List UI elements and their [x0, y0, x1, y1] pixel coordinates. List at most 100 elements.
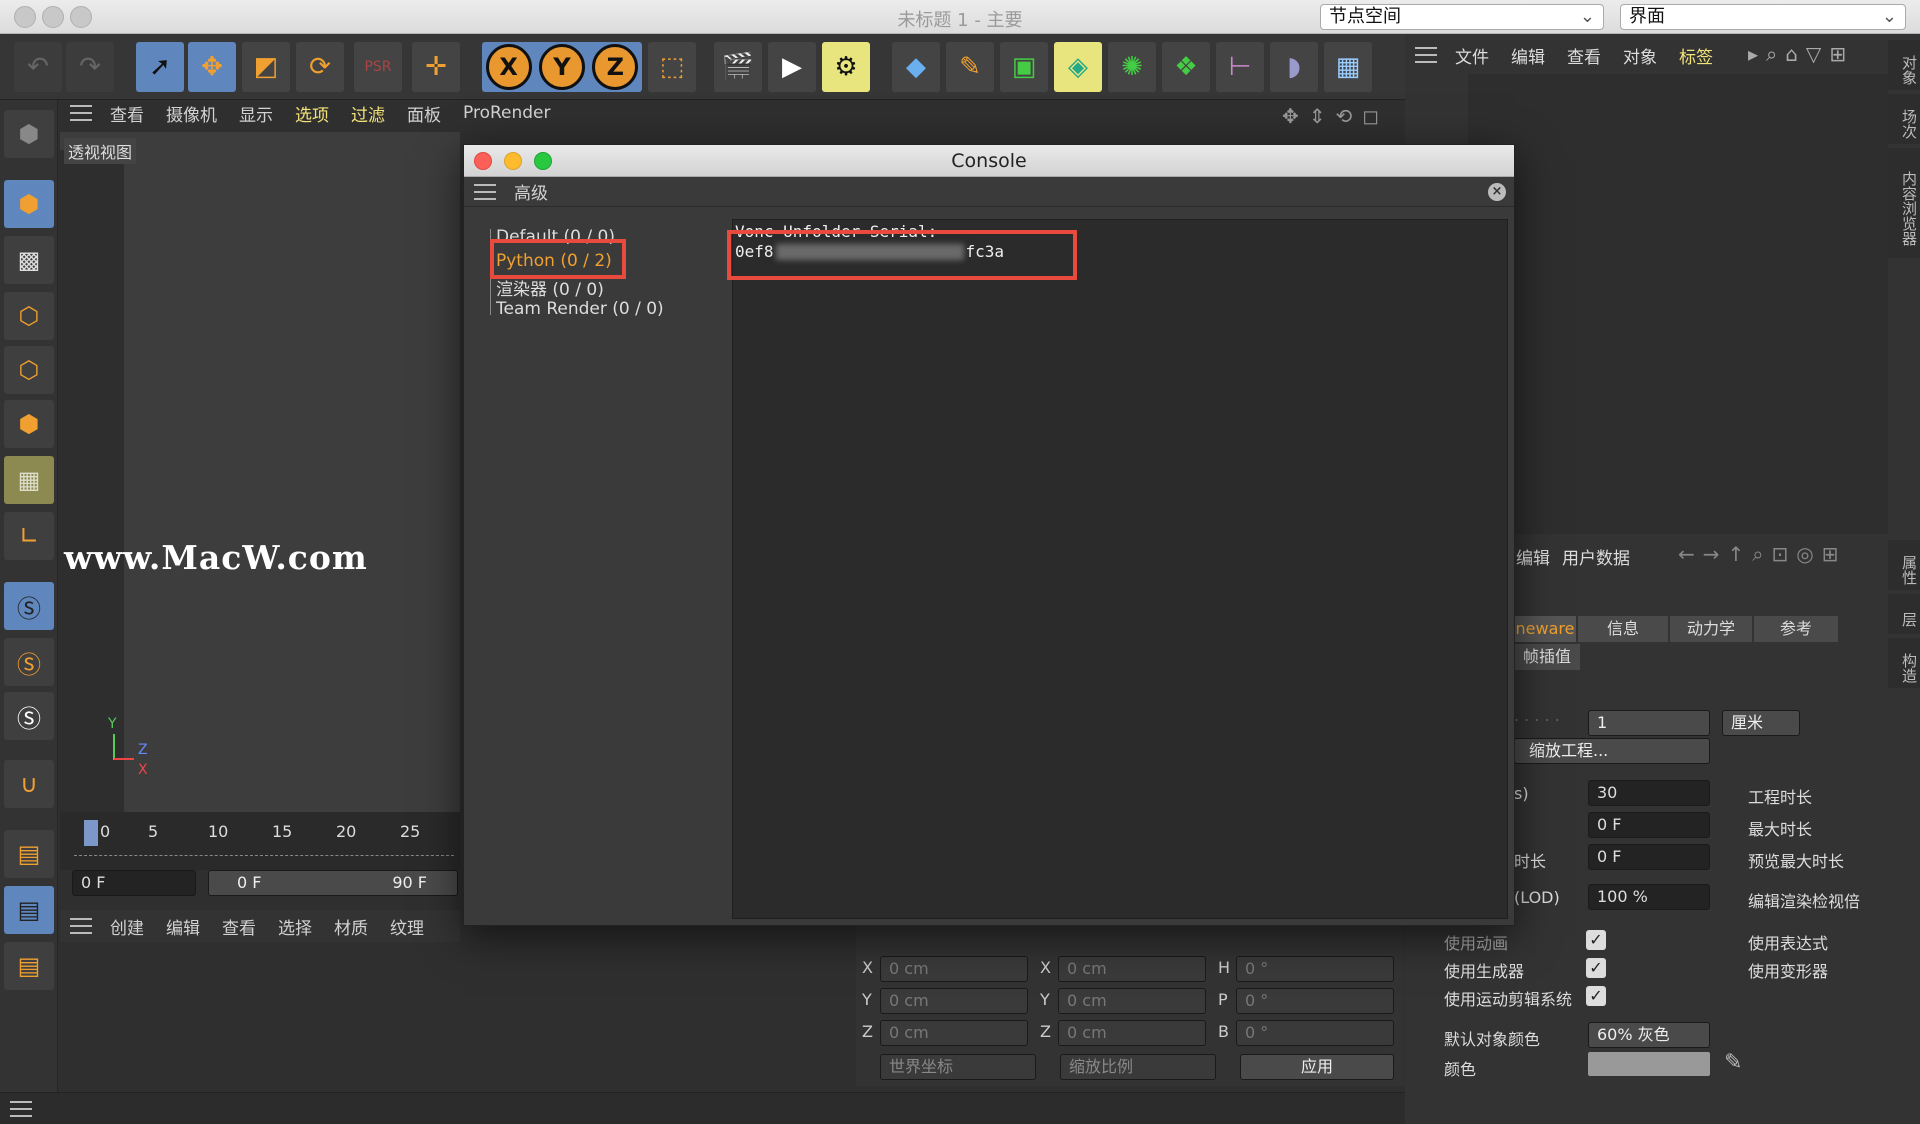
- sky-icon[interactable]: ◗: [1270, 42, 1318, 92]
- tab-layers[interactable]: 层: [1888, 594, 1920, 634]
- min-time-field[interactable]: 0 F: [1588, 812, 1710, 838]
- make-editable-icon[interactable]: ⬢: [4, 110, 54, 158]
- node-space-dropdown[interactable]: 节点空间 ⌄: [1320, 4, 1604, 30]
- menu-display[interactable]: 显示: [239, 101, 273, 126]
- project-scale-unit[interactable]: 厘米: [1722, 710, 1800, 736]
- mograph-icon[interactable]: ✺: [1108, 42, 1156, 92]
- eyedropper-icon[interactable]: ✎: [1724, 1050, 1742, 1075]
- menu-object[interactable]: 对象: [1623, 43, 1657, 68]
- project-scale-field[interactable]: 1: [1588, 710, 1710, 736]
- menu-advanced[interactable]: 高级: [514, 179, 548, 204]
- viewport-nav-icons[interactable]: ✥⇕⟲◻: [1282, 104, 1389, 128]
- scale-mode-dropdown[interactable]: 缩放比例: [1060, 1054, 1216, 1080]
- hamburger-icon[interactable]: [70, 918, 92, 934]
- model-mode-icon[interactable]: ⬢: [4, 180, 54, 228]
- size-z-field[interactable]: 0 cm: [1058, 1020, 1206, 1046]
- object-manager-tools-icons[interactable]: ▸⌕⌂▽⊞: [1748, 42, 1854, 66]
- redo-icon[interactable]: ↷: [66, 42, 114, 92]
- render-settings-icon[interactable]: ⚙: [822, 42, 870, 92]
- move-icon[interactable]: ✥: [188, 42, 236, 92]
- use-generators-checkbox[interactable]: ✓: [1586, 958, 1606, 978]
- snap-icon[interactable]: Ⓢ: [4, 582, 54, 630]
- x-axis-button[interactable]: X: [485, 44, 532, 90]
- menu-edit[interactable]: 编辑: [166, 914, 200, 939]
- playhead[interactable]: [84, 820, 98, 846]
- z-axis-button[interactable]: Z: [592, 44, 639, 90]
- axis-move-icon[interactable]: ✛: [412, 42, 460, 92]
- menu-view[interactable]: 查看: [110, 101, 144, 126]
- menu-material[interactable]: 材质: [334, 914, 368, 939]
- menu-panel[interactable]: 面板: [407, 101, 441, 126]
- menu-file[interactable]: 文件: [1455, 43, 1489, 68]
- pen-icon[interactable]: ✎: [946, 42, 994, 92]
- menu-prorender[interactable]: ProRender: [463, 103, 551, 123]
- hamburger-icon[interactable]: [10, 1101, 32, 1117]
- default-color-dropdown[interactable]: 60% 灰色: [1588, 1022, 1710, 1048]
- scale-icon[interactable]: ◩: [242, 42, 290, 92]
- menu-filter[interactable]: 过滤: [351, 101, 385, 126]
- tab-reference[interactable]: 参考: [1754, 616, 1838, 642]
- deform-icon[interactable]: ◈: [1054, 42, 1102, 92]
- menu-create[interactable]: 创建: [110, 914, 144, 939]
- rotation-b-field[interactable]: 0 °: [1236, 1020, 1394, 1046]
- tab-cineware[interactable]: neware: [1514, 616, 1576, 642]
- axis-mode-icon[interactable]: ∟: [4, 512, 54, 560]
- tab-takes[interactable]: 场次: [1888, 94, 1920, 144]
- zoom-icon[interactable]: [534, 152, 552, 170]
- workplane-align-icon[interactable]: ▤: [4, 942, 54, 990]
- color-swatch[interactable]: [1588, 1052, 1710, 1076]
- console-output[interactable]: Vonc Unfolder Serial: 0ef8 fc3a: [727, 219, 1508, 919]
- menu-view[interactable]: 查看: [1567, 43, 1601, 68]
- tab-info[interactable]: 信息: [1578, 616, 1668, 642]
- size-y-field[interactable]: 0 cm: [1058, 988, 1206, 1014]
- cloner-icon[interactable]: ❖: [1162, 42, 1210, 92]
- floor-icon[interactable]: ▦: [1324, 42, 1372, 92]
- point-mode-icon[interactable]: ⬡: [4, 292, 54, 340]
- texture-mode-icon[interactable]: ▩: [4, 236, 54, 284]
- select-icon[interactable]: ➚: [136, 42, 184, 92]
- tab-dynamics[interactable]: 动力学: [1670, 616, 1752, 642]
- menu-options[interactable]: 选项: [295, 101, 329, 126]
- timeline[interactable]: [60, 812, 460, 870]
- preview-min-field[interactable]: 0 F: [1588, 844, 1710, 870]
- menu-camera[interactable]: 摄像机: [166, 101, 217, 126]
- menu-edit[interactable]: 编辑: [1511, 43, 1545, 68]
- snap-settings-icon[interactable]: Ⓢ: [4, 638, 54, 686]
- apply-button[interactable]: 应用: [1240, 1054, 1394, 1080]
- rotation-p-field[interactable]: 0 °: [1236, 988, 1394, 1014]
- minimize-icon[interactable]: [504, 152, 522, 170]
- hamburger-icon[interactable]: [1415, 47, 1437, 63]
- rotation-h-field[interactable]: 0 °: [1236, 956, 1394, 982]
- subdivision-icon[interactable]: ▣: [1000, 42, 1048, 92]
- tab-content-browser[interactable]: 内容浏览器: [1888, 148, 1920, 258]
- menu-texture[interactable]: 纹理: [390, 914, 424, 939]
- spline-icon[interactable]: ⊢: [1216, 42, 1264, 92]
- tree-item-renderer[interactable]: 渲染器 (0 / 0): [496, 275, 604, 300]
- menu-view[interactable]: 查看: [222, 914, 256, 939]
- world-coord-dropdown[interactable]: 世界坐标: [880, 1054, 1036, 1080]
- hamburger-icon[interactable]: [70, 105, 92, 121]
- tab-attributes[interactable]: 属性: [1888, 540, 1920, 590]
- layout-dropdown[interactable]: 界面 ⌄: [1620, 4, 1906, 30]
- psr-icon[interactable]: PSR: [354, 42, 402, 92]
- y-axis-button[interactable]: Y: [538, 44, 585, 90]
- tree-item-team-render[interactable]: Team Render (0 / 0): [496, 299, 664, 319]
- fps-field[interactable]: 30: [1588, 780, 1710, 806]
- render-play-icon[interactable]: ▶: [768, 42, 816, 92]
- hamburger-icon[interactable]: [474, 183, 496, 200]
- uv-mode-icon[interactable]: ▦: [4, 456, 54, 504]
- use-motion-system-checkbox[interactable]: ✓: [1586, 986, 1606, 1006]
- position-x-field[interactable]: 0 cm: [880, 956, 1028, 982]
- frame-range-slider[interactable]: 0 F 90 F: [208, 870, 458, 896]
- close-icon[interactable]: [474, 152, 492, 170]
- cube-icon[interactable]: ◆: [892, 42, 940, 92]
- current-frame-field[interactable]: 0 F: [72, 870, 196, 896]
- position-z-field[interactable]: 0 cm: [880, 1020, 1028, 1046]
- tab-objects[interactable]: 对象: [1888, 40, 1920, 90]
- attr-menu-edit[interactable]: 编辑: [1516, 544, 1550, 569]
- render-view-icon[interactable]: 🎬: [714, 42, 762, 92]
- magnet-icon[interactable]: ∪: [4, 760, 54, 808]
- edge-mode-icon[interactable]: ⬡: [4, 346, 54, 394]
- attr-nav-icons[interactable]: ←→↑⌕⊡◎⊞: [1678, 542, 1846, 566]
- tab-structure[interactable]: 构造: [1888, 638, 1920, 688]
